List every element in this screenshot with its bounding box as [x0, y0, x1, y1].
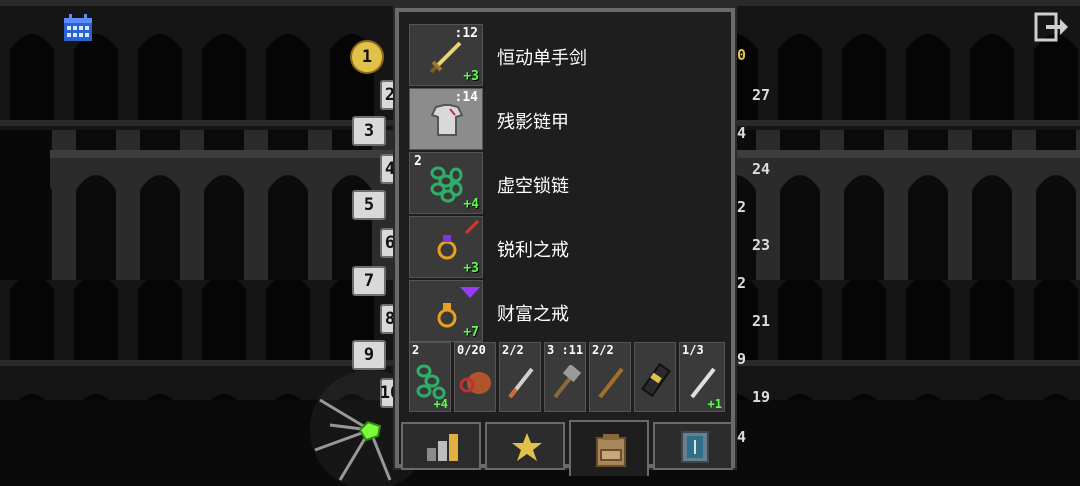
- item-name: 恒动单手剑: [497, 48, 587, 69]
- equipment-row-ring1[interactable]: +3 锐利之戒: [409, 216, 727, 278]
- backpack-icon: [596, 434, 626, 467]
- item-level: :12: [454, 26, 478, 41]
- tab-journal[interactable]: [653, 422, 733, 470]
- equipment-row-armor[interactable]: :14 残影链甲: [409, 88, 727, 150]
- quickslot-1[interactable]: 2 +4: [409, 342, 451, 412]
- depth-marker[interactable]: 5: [352, 190, 386, 220]
- quickslot-count: 3 :11: [547, 343, 584, 357]
- weapon-slot[interactable]: :12 +3: [409, 24, 483, 86]
- chains-icon: [430, 166, 463, 203]
- inventory-panel: :12 +3 恒动单手剑 :14 残影链甲 2 +4 虚空锁链 +3 锐利之戒 …: [395, 8, 735, 476]
- ring-slot-1[interactable]: +3: [409, 216, 483, 278]
- ring-icon: [437, 235, 457, 260]
- armor-slot[interactable]: :14: [409, 88, 483, 150]
- item-level: :14: [454, 90, 478, 105]
- tab-stats[interactable]: [401, 422, 481, 470]
- side-counter: 0: [737, 46, 747, 64]
- item-level: 2: [414, 154, 422, 169]
- sword-badge-icon: [464, 219, 480, 235]
- star-icon: [512, 433, 542, 461]
- side-counter: 19: [752, 388, 771, 406]
- side-counter: 27: [752, 86, 771, 104]
- chains-icon: [416, 364, 446, 400]
- quickslot-bonus: +1: [707, 397, 722, 411]
- item-name: 残影链甲: [497, 112, 569, 133]
- equipment-row-weapon[interactable]: :12 +3 恒动单手剑: [409, 24, 727, 86]
- depth-marker[interactable]: 9: [352, 340, 386, 370]
- quickslot-7[interactable]: 1/3 +1: [679, 342, 725, 412]
- quickslot-2[interactable]: 0/20: [454, 342, 496, 412]
- wand-icon: [598, 367, 624, 399]
- item-name: 锐利之戒: [497, 240, 569, 261]
- item-bonus: +4: [463, 197, 479, 212]
- item-bonus: +3: [463, 69, 479, 84]
- artifact-slot[interactable]: 2 +4: [409, 152, 483, 214]
- side-counter: 9: [737, 350, 747, 368]
- item-bonus: +3: [463, 261, 479, 276]
- gem-badge-icon: [460, 287, 480, 298]
- side-counter: 21: [752, 312, 771, 330]
- equipment-row-artifact[interactable]: 2 +4 虚空锁链: [409, 152, 727, 214]
- sword-icon: [429, 41, 462, 74]
- equipment-row-ring2[interactable]: +7 财富之戒: [409, 280, 727, 342]
- quickslot-6[interactable]: [634, 342, 676, 412]
- bar-chart-icon: [427, 434, 458, 461]
- side-counter: 4: [737, 124, 747, 142]
- quickslot-count: 2/2: [592, 343, 614, 357]
- quickslot-bar: 2 +4 0/20 2/2 3 :11 2/2 1/3 +1: [409, 342, 727, 412]
- side-counter: 2: [737, 198, 747, 216]
- quickslot-5[interactable]: 2/2: [589, 342, 631, 412]
- quickslot-count: 2/2: [502, 343, 524, 357]
- armor-icon: [430, 104, 464, 136]
- exit-icon[interactable]: [1034, 12, 1070, 42]
- quickslot-count: 0/20: [457, 343, 486, 357]
- tab-badges[interactable]: [485, 422, 565, 470]
- tab-inventory[interactable]: [569, 420, 649, 476]
- item-bonus: +7: [463, 325, 479, 340]
- gem-icon[interactable]: [356, 420, 382, 442]
- ring-icon: [437, 303, 457, 328]
- meat-icon: [459, 372, 491, 394]
- side-counter: 4: [737, 428, 747, 446]
- depth-marker[interactable]: 7: [352, 266, 386, 296]
- quickslot-count: 1/3: [682, 343, 704, 357]
- quickslot-3[interactable]: 2/2: [499, 342, 541, 412]
- journal-icon: [681, 431, 709, 463]
- side-counter: 23: [752, 236, 771, 254]
- ring-slot-2[interactable]: +7: [409, 280, 483, 342]
- side-counter: 24: [752, 160, 771, 178]
- side-counter: 2: [737, 274, 747, 292]
- hammer-icon: [553, 365, 581, 399]
- item-name: 财富之戒: [497, 304, 569, 325]
- item-name: 虚空锁链: [497, 176, 569, 197]
- depth-marker[interactable]: 3: [352, 116, 386, 146]
- depth-marker[interactable]: 1: [350, 40, 384, 74]
- quickslot-4[interactable]: 3 :11: [544, 342, 586, 412]
- dagger-icon: [690, 367, 716, 399]
- dart-icon: [508, 367, 534, 399]
- calendar-icon[interactable]: [63, 14, 93, 42]
- scroll-icon: [641, 362, 671, 398]
- quickslot-count: 2: [412, 343, 420, 357]
- quickslot-bonus: +4: [433, 397, 448, 411]
